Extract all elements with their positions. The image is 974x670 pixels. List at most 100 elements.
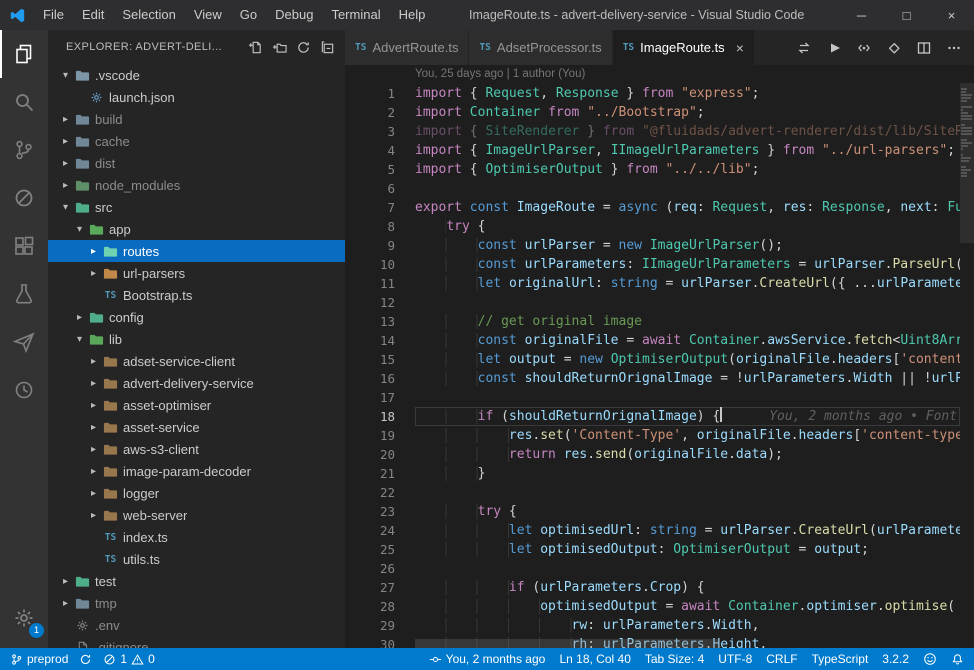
run-icon[interactable] xyxy=(826,40,842,56)
code-line-26[interactable]: 26 xyxy=(345,559,974,578)
code-line-22[interactable]: 22 xyxy=(345,483,974,502)
tab-adsetprocessor-ts[interactable]: TSAdsetProcessor.ts xyxy=(469,30,612,65)
tree-item-index-ts[interactable]: TSindex.ts xyxy=(48,526,345,548)
code-line-6[interactable]: 6 xyxy=(345,179,974,198)
branch-indicator[interactable]: preprod xyxy=(10,652,68,666)
tree-item-image-param-decoder[interactable]: ▸image-param-decoder xyxy=(48,460,345,482)
minimap-slider[interactable] xyxy=(960,83,974,243)
tree-item-utils-ts[interactable]: TSutils.ts xyxy=(48,548,345,570)
tree-item-logger[interactable]: ▸logger xyxy=(48,482,345,504)
code-line-1[interactable]: 1import { Request, Response } from "expr… xyxy=(345,84,974,103)
gitlens-authors-lens[interactable]: You, 25 days ago | 1 author (You) xyxy=(345,65,974,84)
tree-item-advert-delivery-service[interactable]: ▸advert-delivery-service xyxy=(48,372,345,394)
tree-item-routes[interactable]: ▸routes xyxy=(48,240,345,262)
activity-debug-button[interactable] xyxy=(0,174,48,222)
code-line-3[interactable]: 3import { SiteRenderer } from "@fluidads… xyxy=(345,122,974,141)
open-changes-icon[interactable] xyxy=(796,40,812,56)
code-line-21[interactable]: 21 } xyxy=(345,464,974,483)
menu-debug[interactable]: Debug xyxy=(266,0,322,30)
more-actions-icon[interactable] xyxy=(946,40,962,56)
code-line-8[interactable]: 8 try { xyxy=(345,217,974,236)
code-line-12[interactable]: 12 xyxy=(345,293,974,312)
code-line-2[interactable]: 2import Container from "../Bootstrap"; xyxy=(345,103,974,122)
tree-item-dist[interactable]: ▸dist xyxy=(48,152,345,174)
tree-item-env[interactable]: .env xyxy=(48,614,345,636)
tab-imageroute-ts[interactable]: TSImageRoute.ts× xyxy=(613,30,755,65)
code-line-15[interactable]: 15 let output = new OptimiserOutput(orig… xyxy=(345,350,974,369)
new-folder-icon[interactable] xyxy=(272,40,287,55)
code-line-18[interactable]: 18 if (shouldReturnOrignalImage) {You, 2… xyxy=(345,407,974,426)
code-line-24[interactable]: 24 let optimisedUrl: string = urlParser.… xyxy=(345,521,974,540)
status-indentation[interactable]: Tab Size: 4 xyxy=(645,652,704,666)
gitlens-diff-icon[interactable] xyxy=(886,40,902,56)
code-line-29[interactable]: 29 rw: urlParameters.Width, xyxy=(345,616,974,635)
status-encoding[interactable]: UTF-8 xyxy=(718,652,752,666)
code-line-9[interactable]: 9 const urlParser = new ImageUrlParser()… xyxy=(345,236,974,255)
activity-send-button[interactable] xyxy=(0,318,48,366)
tree-item-cache[interactable]: ▸cache xyxy=(48,130,345,152)
tree-item-web-server[interactable]: ▸web-server xyxy=(48,504,345,526)
tree-item-vscode[interactable]: ▾.vscode xyxy=(48,64,345,86)
tree-item-app[interactable]: ▾app xyxy=(48,218,345,240)
status-language-mode[interactable]: TypeScript xyxy=(812,652,869,666)
tree-item-launch-json[interactable]: launch.json xyxy=(48,86,345,108)
activity-test-button[interactable] xyxy=(0,270,48,318)
code-line-16[interactable]: 16 const shouldReturnOrignalImage = !url… xyxy=(345,369,974,388)
minimap[interactable] xyxy=(960,65,974,648)
code-line-17[interactable]: 17 xyxy=(345,388,974,407)
tree-item-url-parsers[interactable]: ▸url-parsers xyxy=(48,262,345,284)
menu-help[interactable]: Help xyxy=(390,0,435,30)
menu-edit[interactable]: Edit xyxy=(73,0,113,30)
activity-history-button[interactable] xyxy=(0,366,48,414)
menu-selection[interactable]: Selection xyxy=(113,0,184,30)
compare-icon[interactable] xyxy=(856,40,872,56)
code-line-7[interactable]: 7export const ImageRoute = async (req: R… xyxy=(345,198,974,217)
activity-extensions-button[interactable] xyxy=(0,222,48,270)
status-eol[interactable]: CRLF xyxy=(766,652,797,666)
tree-item-adset-service-client[interactable]: ▸adset-service-client xyxy=(48,350,345,372)
tree-item-lib[interactable]: ▾lib xyxy=(48,328,345,350)
split-editor-icon[interactable] xyxy=(916,40,932,56)
code-area[interactable]: You, 25 days ago | 1 author (You) 1impor… xyxy=(345,65,974,648)
code-line-10[interactable]: 10 const urlParameters: IImageUrlParamet… xyxy=(345,255,974,274)
minimize-button[interactable]: ─ xyxy=(839,0,884,30)
collapse-all-icon[interactable] xyxy=(320,40,335,55)
code-line-20[interactable]: 20 return res.send(originalFile.data); xyxy=(345,445,974,464)
code-line-11[interactable]: 11 let originalUrl: string = urlParser.C… xyxy=(345,274,974,293)
feedback-icon[interactable] xyxy=(923,652,937,666)
tree-item-aws-s3-client[interactable]: ▸aws-s3-client xyxy=(48,438,345,460)
code-line-23[interactable]: 23 try { xyxy=(345,502,974,521)
tree-item-tmp[interactable]: ▸tmp xyxy=(48,592,345,614)
code-line-25[interactable]: 25 let optimisedOutput: OptimiserOutput … xyxy=(345,540,974,559)
activity-explorer-button[interactable] xyxy=(0,30,48,78)
code-line-27[interactable]: 27 if (urlParameters.Crop) { xyxy=(345,578,974,597)
refresh-icon[interactable] xyxy=(296,40,311,55)
tree-item-build[interactable]: ▸build xyxy=(48,108,345,130)
maximize-button[interactable]: □ xyxy=(884,0,929,30)
horizontal-scrollbar-thumb[interactable] xyxy=(415,639,720,648)
close-tab-icon[interactable]: × xyxy=(736,40,744,56)
status-cursor-position[interactable]: Ln 18, Col 40 xyxy=(559,652,630,666)
code-line-4[interactable]: 4import { ImageUrlParser, IImageUrlParam… xyxy=(345,141,974,160)
notifications-bell-icon[interactable] xyxy=(951,653,964,666)
code-line-28[interactable]: 28 optimisedOutput = await Container.opt… xyxy=(345,597,974,616)
code-line-5[interactable]: 5import { OptimiserOutput } from "../../… xyxy=(345,160,974,179)
activity-source-control-button[interactable] xyxy=(0,126,48,174)
settings-button[interactable]: 1 xyxy=(0,594,48,642)
tree-item-bootstrap-ts[interactable]: TSBootstrap.ts xyxy=(48,284,345,306)
tree-item-gitignore[interactable]: .gitignore xyxy=(48,636,345,648)
sync-button[interactable] xyxy=(79,653,92,666)
tree-item-asset-optimiser[interactable]: ▸asset-optimiser xyxy=(48,394,345,416)
close-button[interactable]: × xyxy=(929,0,974,30)
problems-indicator[interactable]: 1 0 xyxy=(103,652,154,666)
menu-file[interactable]: File xyxy=(34,0,73,30)
code-line-13[interactable]: 13 // get original image xyxy=(345,312,974,331)
tree-item-asset-service[interactable]: ▸asset-service xyxy=(48,416,345,438)
activity-search-button[interactable] xyxy=(0,78,48,126)
menu-terminal[interactable]: Terminal xyxy=(322,0,389,30)
tree-item-config[interactable]: ▸config xyxy=(48,306,345,328)
tree-item-src[interactable]: ▾src xyxy=(48,196,345,218)
new-file-icon[interactable] xyxy=(248,40,263,55)
tab-advertroute-ts[interactable]: TSAdvertRoute.ts xyxy=(345,30,469,65)
code-line-19[interactable]: 19 res.set('Content-Type', originalFile.… xyxy=(345,426,974,445)
